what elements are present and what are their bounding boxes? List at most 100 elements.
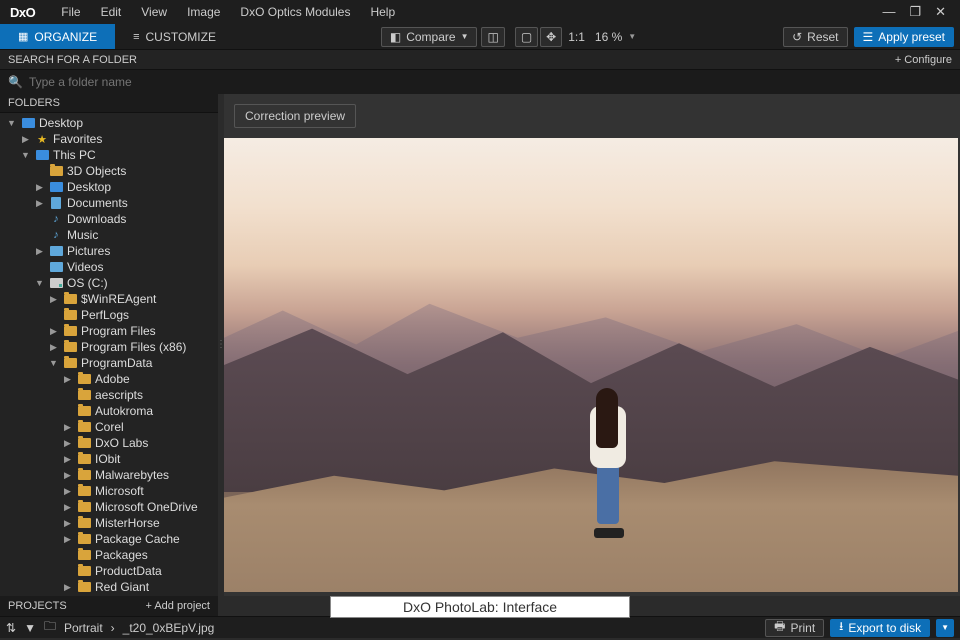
tree-item[interactable]: aescripts <box>0 387 218 403</box>
tree-item[interactable]: ▼ OS (C:) <box>0 275 218 291</box>
ratio-label[interactable]: 1:1 <box>564 30 589 44</box>
tree-item[interactable]: ▼ ProgramData <box>0 355 218 371</box>
tree-item[interactable]: ▶Malwarebytes <box>0 467 218 483</box>
tree-item[interactable]: ProductData <box>0 563 218 579</box>
tree-item[interactable]: ♪Downloads <box>0 211 218 227</box>
sort-icon[interactable]: ⇅ <box>6 621 16 635</box>
window-minimize-icon[interactable]: — <box>882 4 895 20</box>
twisty-icon[interactable]: ▼ <box>20 150 31 160</box>
menu-help[interactable]: Help <box>360 5 405 19</box>
twisty-icon[interactable]: ▶ <box>48 326 59 337</box>
image-viewer[interactable]: Correction preview <box>224 94 960 596</box>
tree-item-label: Documents <box>67 196 128 210</box>
tree-item[interactable]: Videos <box>0 259 218 275</box>
zoom-value[interactable]: 16 % <box>591 30 626 44</box>
tree-item[interactable]: PerfLogs <box>0 307 218 323</box>
twisty-icon[interactable]: ▶ <box>48 342 59 353</box>
tree-item[interactable]: 3D Objects <box>0 163 218 179</box>
reset-button[interactable]: ↺ Reset <box>783 27 847 47</box>
tree-item[interactable]: ▼This PC <box>0 147 218 163</box>
export-button[interactable]: ⭳ Export to disk <box>830 619 930 637</box>
twisty-icon[interactable]: ▼ <box>48 358 59 368</box>
menu-view[interactable]: View <box>131 5 177 19</box>
twisty-icon[interactable]: ▶ <box>62 454 73 465</box>
tab-customize[interactable]: ≡ CUSTOMIZE <box>115 24 234 49</box>
twisty-icon[interactable]: ▶ <box>20 134 31 145</box>
twisty-icon[interactable]: ▶ <box>62 470 73 481</box>
twisty-icon[interactable]: ▶ <box>62 534 73 545</box>
apply-preset-button[interactable]: ☰ Apply preset <box>854 27 954 47</box>
tree-item[interactable]: ▶Adobe <box>0 371 218 387</box>
tree-item[interactable]: ▶Package Cache <box>0 531 218 547</box>
tree-item[interactable]: ▶Program Files (x86) <box>0 339 218 355</box>
configure-link[interactable]: + Configure <box>895 54 952 66</box>
twisty-icon[interactable]: ▶ <box>34 198 45 209</box>
list-icon: ☰ <box>863 30 874 44</box>
search-box[interactable]: 🔍 <box>0 70 960 94</box>
tree-item[interactable]: ▶Corel <box>0 419 218 435</box>
menu-file[interactable]: File <box>51 5 90 19</box>
tree-item[interactable]: ▶ Desktop <box>0 179 218 195</box>
tree-item[interactable]: ▶ IObit <box>0 451 218 467</box>
compare-icon: ◧ <box>390 30 401 44</box>
fit-button[interactable]: ▢ <box>515 27 538 47</box>
desktop-icon <box>49 181 63 193</box>
correction-preview-button[interactable]: Correction preview <box>234 104 356 128</box>
tree-item[interactable]: Autokroma <box>0 403 218 419</box>
twisty-icon[interactable]: ▶ <box>62 502 73 513</box>
twisty-icon[interactable]: ▼ <box>6 118 17 128</box>
tree-item[interactable]: ▶Program Files <box>0 323 218 339</box>
add-project-link[interactable]: + Add project <box>145 600 210 612</box>
twisty-icon[interactable]: ▶ <box>62 422 73 433</box>
breadcrumb-folder[interactable]: Portrait <box>64 621 103 635</box>
split-view-button[interactable]: ◫ <box>481 27 504 47</box>
tree-item-label: Desktop <box>67 180 111 194</box>
tree-item-label: OS (C:) <box>67 276 108 290</box>
tree-item-label: IObit <box>95 452 120 466</box>
twisty-icon[interactable]: ▶ <box>62 518 73 529</box>
tree-item[interactable]: ▶ Documents <box>0 195 218 211</box>
tree-item[interactable]: ▶MisterHorse <box>0 515 218 531</box>
tree-item[interactable]: ▶Pictures <box>0 243 218 259</box>
tree-item-label: ProgramData <box>81 356 152 370</box>
fit-icon: ▢ <box>521 30 532 44</box>
tree-item[interactable]: ♪Music <box>0 227 218 243</box>
tree-item-label: PerfLogs <box>81 308 129 322</box>
tree-item[interactable]: ▶★Favorites <box>0 131 218 147</box>
tree-item[interactable]: ▼Desktop <box>0 115 218 131</box>
twisty-icon[interactable]: ▶ <box>48 294 59 305</box>
twisty-icon[interactable]: ▶ <box>62 582 73 593</box>
menu-optics[interactable]: DxO Optics Modules <box>230 5 360 19</box>
twisty-icon[interactable]: ▶ <box>34 182 45 193</box>
zoom-dropdown-icon[interactable]: ▼ <box>628 32 636 41</box>
twisty-icon[interactable]: ▶ <box>34 246 45 257</box>
tree-item-label: Downloads <box>67 212 126 226</box>
tree-item[interactable]: ▶$WinREAgent <box>0 291 218 307</box>
window-maximize-icon[interactable]: ❐ <box>909 4 921 20</box>
tree-item[interactable]: ▶DxO Labs <box>0 435 218 451</box>
print-button[interactable]: 🖶 Print <box>765 619 824 637</box>
twisty-icon[interactable]: ▶ <box>62 374 73 385</box>
search-input[interactable] <box>29 75 952 89</box>
compare-button[interactable]: ◧ Compare ▼ <box>381 27 478 47</box>
window-close-icon[interactable]: ✕ <box>935 4 946 20</box>
folder-icon <box>77 517 91 529</box>
doc-icon <box>49 197 63 209</box>
twisty-icon[interactable]: ▼ <box>34 278 45 288</box>
folder-tree[interactable]: ▼Desktop▶★Favorites▼This PC3D Objects ▶ De… <box>0 113 218 596</box>
tab-organize[interactable]: ▦ ORGANIZE <box>0 24 115 49</box>
menu-edit[interactable]: Edit <box>91 5 132 19</box>
menu-image[interactable]: Image <box>177 5 230 19</box>
filter-icon[interactable]: ▼ <box>24 621 36 635</box>
twisty-icon[interactable]: ▶ <box>62 486 73 497</box>
tree-item[interactable]: Packages <box>0 547 218 563</box>
tree-item[interactable]: ▶Microsoft OneDrive <box>0 499 218 515</box>
tree-item[interactable]: ▶Red Giant <box>0 579 218 595</box>
status-bar: ⇅ ▼ 🗀 Portrait › _t20_0xBEpV.jpg 🖶 Print… <box>0 616 960 638</box>
folder-icon <box>77 389 91 401</box>
move-button[interactable]: ✥ <box>540 27 562 47</box>
folder-icon <box>77 565 91 577</box>
tree-item[interactable]: ▶Microsoft <box>0 483 218 499</box>
export-dropdown[interactable]: ▼ <box>936 619 954 637</box>
twisty-icon[interactable]: ▶ <box>62 438 73 449</box>
